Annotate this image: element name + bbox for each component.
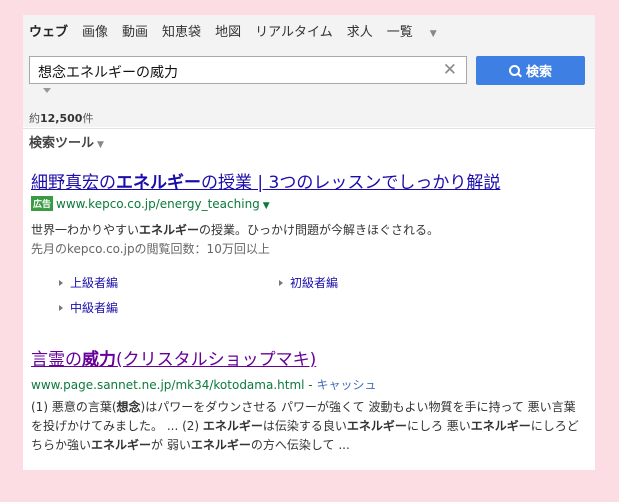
search-tools-toggle[interactable]: 検索ツール ▼: [29, 132, 104, 151]
title-text: 言霊の: [31, 350, 82, 370]
search-query-text: 想念エネルギーの威力: [38, 65, 178, 81]
tab-images[interactable]: 画像: [82, 21, 108, 40]
suggest-toggle-icon[interactable]: [43, 88, 51, 93]
snippet-highlight: エネルギー: [346, 419, 407, 433]
caret-right-icon: [59, 305, 63, 311]
search-button-label: 検索: [525, 65, 552, 80]
caret-right-icon: [59, 280, 63, 286]
caret-right-icon: [279, 280, 283, 286]
snippet-highlight: エネルギー: [202, 419, 263, 433]
snippet-highlight: エネルギー: [470, 419, 531, 433]
snippet-text: が 弱い: [151, 438, 191, 452]
tab-realtime[interactable]: リアルタイム: [255, 21, 333, 40]
search-icon: [508, 65, 520, 76]
sitelink-label: 上級者編: [70, 276, 119, 290]
sitelink-intermediate[interactable]: 中級者編: [59, 299, 118, 316]
results-count-prefix: 約: [29, 112, 40, 125]
tab-web[interactable]: ウェブ: [29, 21, 68, 40]
tab-chiebukuro[interactable]: 知恵袋: [162, 21, 201, 40]
result-meta: 先月のkepco.co.jpの閲覧回数：10万回以上: [31, 242, 270, 256]
tab-jobs[interactable]: 求人: [347, 21, 373, 40]
result-title-link[interactable]: 言霊の威力(クリスタルショップマキ): [31, 345, 316, 370]
result-title-link[interactable]: 細野真宏のエネルギーの授業 | 3つのレッスンでしっかり解説: [31, 168, 500, 193]
results-count: 約12,500件: [29, 110, 93, 126]
title-highlight: 威力: [82, 350, 116, 370]
snippet-highlight: エネルギー: [190, 438, 251, 452]
result-url-text[interactable]: www.page.sannet.ne.jp/mk34/kotodama.html: [31, 378, 304, 392]
result-url: www.page.sannet.ne.jp/mk34/kotodama.html…: [31, 376, 376, 393]
result-url[interactable]: 広告 www.kepco.co.jp/energy_teaching ▼: [31, 196, 270, 211]
sitelink-beginner[interactable]: 初級者編: [279, 274, 338, 291]
search-tools-label: 検索ツール: [29, 136, 95, 151]
chevron-down-icon[interactable]: ▼: [263, 201, 270, 211]
ad-badge: 広告: [31, 196, 54, 211]
result-snippet: (1) 悪意の言葉(想念)はパワーをダウンさせる パワーが強くて 波動もよい物質…: [31, 398, 587, 455]
cache-link[interactable]: キャッシュ: [316, 378, 376, 392]
snippet-text: (1) 悪意の言葉(: [31, 400, 117, 414]
chevron-down-icon: ▼: [429, 29, 437, 39]
title-highlight: エネルギー: [116, 173, 201, 193]
snippet-highlight: エネルギー: [91, 438, 152, 452]
chevron-down-icon: ▼: [97, 140, 104, 150]
more-menu[interactable]: 一覧 ▼: [387, 21, 451, 40]
snippet-text: にしろ 悪い: [406, 419, 471, 433]
header-divider: [23, 128, 595, 129]
snippet-highlight: エネルギー: [139, 223, 200, 237]
title-text: (クリスタルショップマキ): [116, 350, 317, 370]
vertical-nav: ウェブ 画像 動画 知恵袋 地図 リアルタイム 求人 一覧 ▼: [29, 21, 465, 40]
snippet-text: 世界一わかりやすい: [31, 223, 140, 237]
tab-videos[interactable]: 動画: [122, 21, 148, 40]
sitelink-advanced[interactable]: 上級者編: [59, 274, 118, 291]
snippet-highlight: 想念: [116, 400, 141, 414]
search-header: ウェブ 画像 動画 知恵袋 地図 リアルタイム 求人 一覧 ▼ 想念エネルギーの威…: [23, 15, 595, 127]
sitelink-label: 中級者編: [70, 301, 119, 315]
results-count-suffix: 件: [82, 112, 94, 125]
search-results-page: ウェブ 画像 動画 知恵袋 地図 リアルタイム 求人 一覧 ▼ 想念エネルギーの威…: [23, 15, 595, 470]
result-url-text: www.kepco.co.jp/energy_teaching: [56, 197, 260, 211]
search-button[interactable]: 検索: [476, 56, 585, 85]
snippet-text: の授業。ひっかけ問題が今解きほぐされる。: [199, 223, 440, 237]
title-text: 細野真宏の: [31, 173, 116, 193]
snippet-text: の方へ伝染して ...: [250, 438, 350, 452]
results-count-number: 12,500: [40, 112, 83, 125]
tab-maps[interactable]: 地図: [215, 21, 241, 40]
search-input[interactable]: 想念エネルギーの威力 ✕: [29, 56, 467, 84]
sitelink-label: 初級者編: [290, 276, 339, 290]
result-snippet: 世界一わかりやすいエネルギーの授業。ひっかけ問題が今解きほぐされる。先月のkep…: [31, 221, 587, 259]
more-label: 一覧: [386, 25, 413, 40]
title-text: の授業 | 3つのレッスンでしっかり解説: [201, 173, 501, 193]
clear-icon[interactable]: ✕: [443, 60, 457, 80]
url-separator: -: [304, 378, 317, 392]
snippet-text: は伝染する良い: [262, 419, 347, 433]
